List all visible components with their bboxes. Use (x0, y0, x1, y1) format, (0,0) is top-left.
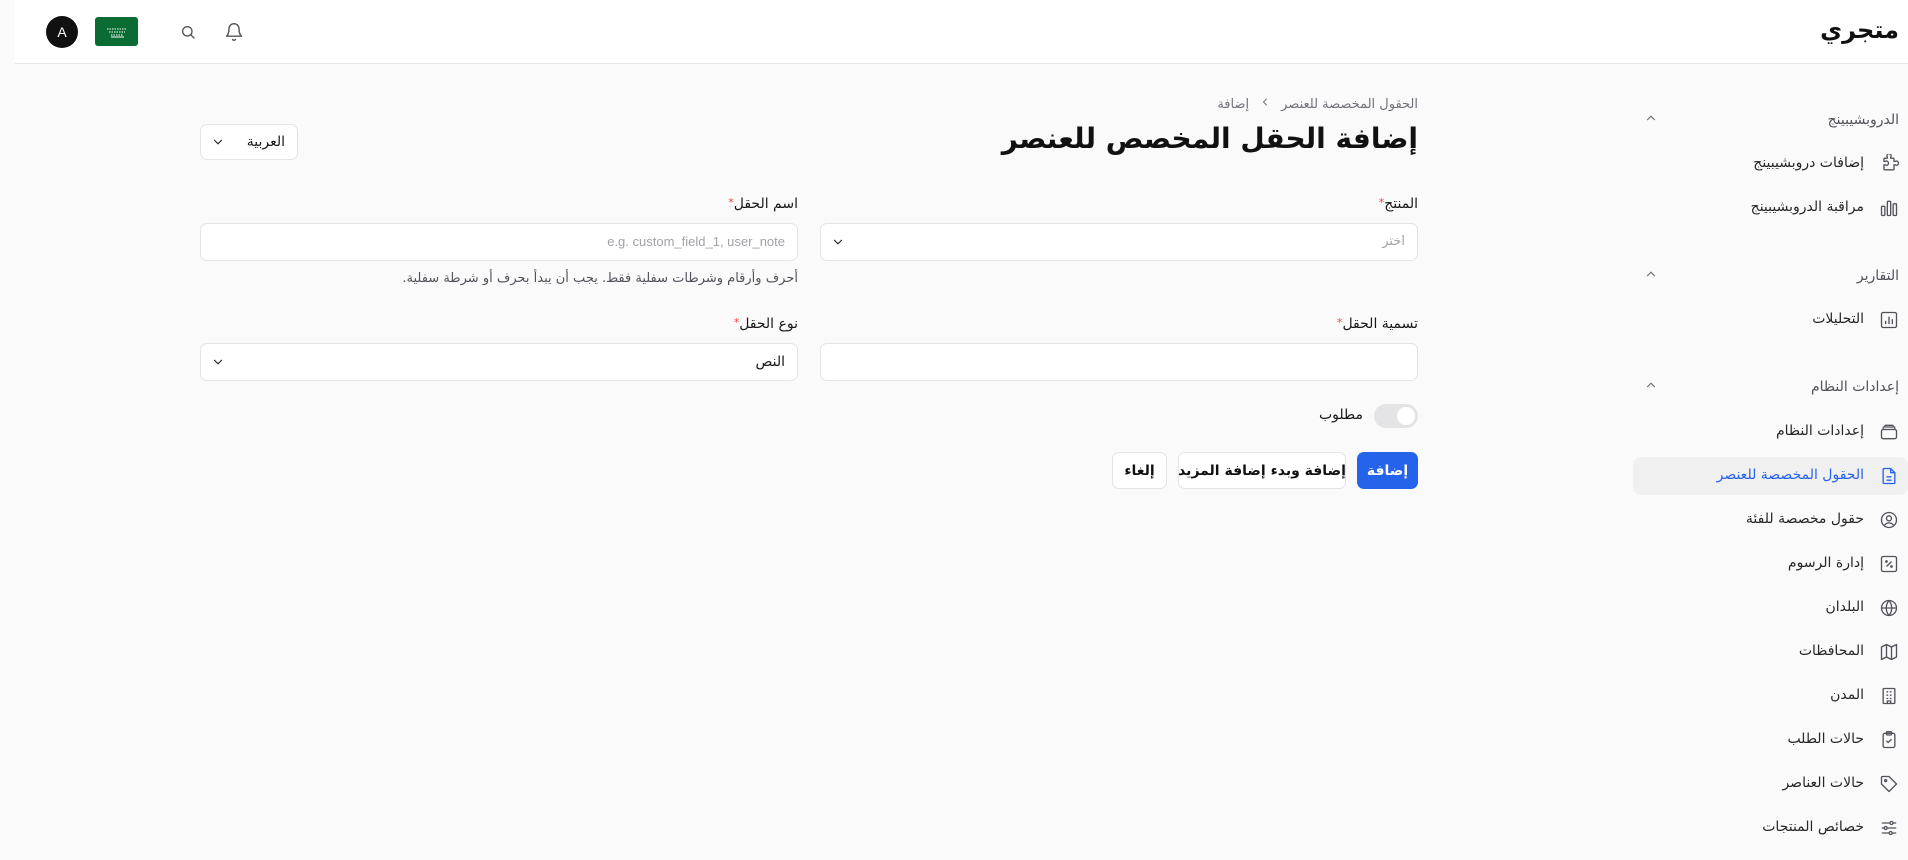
percent-icon (1879, 554, 1899, 574)
sidebar-item-analytics[interactable]: التحليلات (1633, 301, 1908, 339)
required-label: مطلوب (1318, 407, 1363, 423)
field-label-input[interactable] (820, 343, 1418, 381)
bar-chart-icon (1879, 198, 1899, 218)
page-title: إضافة الحقل المخصص للعنصر (1001, 122, 1418, 155)
toggle-knob (1397, 407, 1415, 425)
field-type-label: نوع الحقل* (733, 316, 798, 332)
sliders-icon (1879, 818, 1899, 838)
language-select-value: العربية (246, 134, 285, 150)
chevron-down-icon (211, 355, 225, 373)
sidebar-item-provinces[interactable]: المحافظات (1633, 633, 1908, 671)
chevron-down-icon (211, 135, 225, 153)
bell-icon[interactable] (224, 22, 244, 42)
sidebar-item-system-settings[interactable]: إعدادات النظام (1633, 413, 1908, 451)
sidebar-item-dropshipping-monitor[interactable]: مراقبة الدروبشيبينج (1633, 189, 1908, 227)
chevron-left-icon (1259, 96, 1271, 112)
sidebar-item-order-statuses[interactable]: حالات الطلب (1633, 721, 1908, 759)
top-header: متجري A (15, 0, 1908, 64)
sidebar-item-label: إعدادات النظام (1775, 423, 1864, 439)
sidebar-item-label: المحافظات (1798, 643, 1864, 659)
breadcrumb-current: إضافة (1217, 96, 1250, 112)
document-icon (1879, 466, 1899, 486)
product-select[interactable]: اختر (820, 223, 1418, 261)
sidebar-item-label: البلدان (1825, 599, 1864, 615)
sidebar-item-product-attributes[interactable]: خصائص المنتجات (1633, 809, 1908, 847)
archive-icon (1879, 422, 1899, 442)
sidebar-item-label: حقول مخصصة للفئة (1745, 511, 1864, 527)
add-and-more-button[interactable]: إضافة وبدء إضافة المزيد (1178, 452, 1346, 489)
sidebar-item-category-custom-fields[interactable]: حقول مخصصة للفئة (1633, 501, 1908, 539)
breadcrumb-parent[interactable]: الحقول المخصصة للعنصر (1281, 97, 1418, 112)
sidebar-item-item-custom-fields[interactable]: الحقول المخصصة للعنصر (1633, 457, 1908, 495)
add-button[interactable]: إضافة (1357, 452, 1418, 489)
globe-icon (1879, 598, 1899, 618)
sidebar-item-countries[interactable]: البلدان (1633, 589, 1908, 627)
sidebar-group-dropshipping[interactable]: الدروبشيبينج (1644, 108, 1899, 132)
language-select[interactable]: العربية (200, 124, 298, 160)
sidebar-item-label: المدن (1830, 687, 1864, 703)
required-toggle[interactable] (1374, 404, 1418, 428)
chevron-up-icon (1644, 111, 1658, 129)
sidebar-item-label: إضافات دروبشيبينج (1753, 155, 1864, 171)
sidebar-item-item-statuses[interactable]: حالات العناصر (1633, 765, 1908, 803)
brand-logo[interactable]: متجري (1820, 16, 1899, 44)
tag-icon (1879, 774, 1899, 794)
clipboard-check-icon (1879, 730, 1899, 750)
building-icon (1879, 686, 1899, 706)
sidebar-item-label: خصائص المنتجات (1762, 819, 1864, 835)
chevron-up-icon (1644, 267, 1658, 285)
chevron-down-icon (831, 235, 845, 253)
product-select-placeholder: اختر (1382, 234, 1405, 249)
field-name-label: اسم الحقل* (728, 196, 798, 212)
field-type-select[interactable]: النص (200, 343, 798, 381)
sidebar-group-reports[interactable]: التقارير (1644, 264, 1899, 288)
sidebar-group-system-settings[interactable]: إعدادات النظام (1644, 375, 1899, 399)
field-label-label: تسمية الحقل* (1336, 316, 1418, 332)
map-icon (1879, 642, 1899, 662)
sidebar-item-label: مراقبة الدروبشيبينج (1750, 199, 1864, 215)
sidebar-item-label: حالات العناصر (1782, 775, 1864, 791)
field-name-hint: أحرف وأرقام وشرطات سفلية فقط. يجب أن يبد… (402, 271, 798, 286)
puzzle-icon (1879, 153, 1900, 174)
sidebar-item-fees[interactable]: إدارة الرسوم (1633, 545, 1908, 583)
chevron-up-icon (1644, 378, 1658, 396)
user-circle-icon (1879, 510, 1899, 530)
sidebar-item-label: إدارة الرسوم (1787, 555, 1864, 571)
sidebar: الدروبشيبينج إضافات دروبشيبينج مراقبة ال… (1633, 64, 1908, 860)
saudi-flag-icon[interactable] (95, 17, 138, 46)
sidebar-group-title: التقارير (1856, 268, 1899, 284)
field-name-placeholder: e.g. custom_field_1, user_note (607, 234, 785, 249)
breadcrumb: الحقول المخصصة للعنصر إضافة (1217, 96, 1418, 112)
product-label: المنتج* (1378, 196, 1418, 212)
avatar[interactable]: A (46, 16, 78, 48)
analytics-icon (1879, 310, 1899, 330)
search-icon[interactable] (178, 22, 198, 42)
cancel-button[interactable]: إلغاء (1112, 452, 1167, 489)
sidebar-group-title: الدروبشيبينج (1827, 112, 1899, 128)
field-type-value: النص (755, 354, 785, 370)
sidebar-item-label: الحقول المخصصة للعنصر (1716, 467, 1864, 483)
sidebar-item-dropshipping-addons[interactable]: إضافات دروبشيبينج (1633, 145, 1908, 183)
sidebar-item-cities[interactable]: المدن (1633, 677, 1908, 715)
sidebar-item-label: التحليلات (1812, 311, 1864, 327)
sidebar-item-label: حالات الطلب (1787, 731, 1864, 747)
field-name-input[interactable]: e.g. custom_field_1, user_note (200, 223, 798, 261)
sidebar-group-title: إعدادات النظام (1810, 379, 1899, 395)
